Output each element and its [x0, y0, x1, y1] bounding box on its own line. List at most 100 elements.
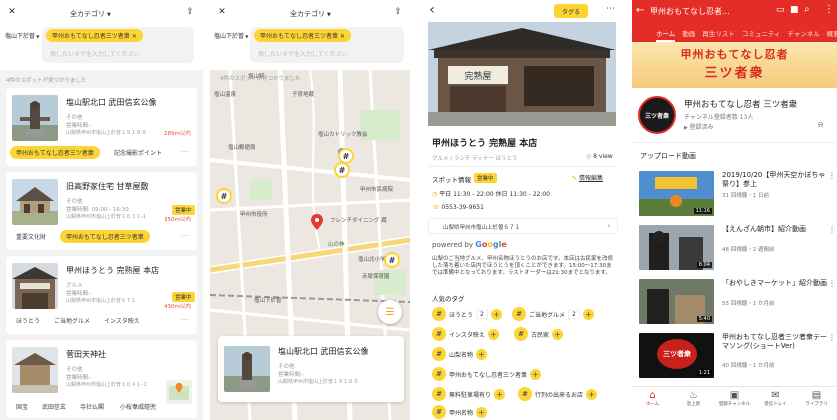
plus-icon[interactable]: +: [476, 348, 488, 360]
category-dropdown[interactable]: 全カテゴリ ▼: [290, 9, 331, 19]
spot-card[interactable]: 菅田天神社 その他 営業時間:- 山梨県甲州市塩山上於曽１０４１-２ 国宝 武田…: [6, 340, 197, 418]
tab-home[interactable]: ホーム: [656, 28, 676, 42]
spot-tag[interactable]: 甲州おもてなし忍者三ツ者衆: [10, 146, 100, 159]
map-marker-hash[interactable]: #: [216, 188, 232, 204]
more-icon[interactable]: ⋯: [181, 147, 189, 156]
address-row[interactable]: 山梨県甲州市塩山上於曽６７１ ›: [428, 218, 618, 234]
current-location-pin-icon[interactable]: [311, 214, 323, 232]
spot-tag[interactable]: インスタ映え: [98, 314, 146, 327]
back-arrow-icon[interactable]: ←: [636, 5, 644, 16]
close-icon[interactable]: ✕: [340, 33, 345, 40]
popular-tag[interactable]: # 甲州おもてなし忍者三ツ者衆 +: [432, 367, 542, 381]
map-marker-hash[interactable]: #: [384, 252, 400, 268]
popular-tag-label: ご当地グルメ: [529, 311, 566, 319]
nav-subscriptions[interactable]: ▣ 登録チャンネル: [714, 387, 755, 420]
video-item[interactable]: 三ツ者衆 1:21 甲州おもてなし忍者三ツ者衆テーマソング(ショートVer) 40…: [632, 333, 836, 383]
spot-card[interactable]: 塩山駅北口 武田信玄公像 その他 営業時間:- 山梨県甲州市塩山上於曽１９１８-…: [6, 88, 197, 166]
chevron-down-icon: ▼: [107, 12, 111, 18]
subscribed-label: 登録済み: [689, 124, 714, 131]
spot-tag[interactable]: 武田信玄: [36, 400, 72, 413]
spot-tag[interactable]: 甲州おもてなし忍者三ツ者衆: [60, 230, 150, 243]
popular-tag[interactable]: # 古民家 +: [514, 327, 564, 341]
share-icon[interactable]: ⇪: [392, 6, 404, 18]
popular-tag[interactable]: # 行列の出来るお店 +: [518, 387, 598, 401]
video-item[interactable]: 8:04 【えんざん朝市】紹介動画 48 回視聴・2 週間前 ⋮: [632, 225, 836, 275]
plus-icon[interactable]: +: [582, 308, 594, 320]
nav-label: ライブラリ: [805, 402, 828, 407]
phone-row[interactable]: ☏ 0553-39-9651: [432, 204, 484, 211]
spot-card[interactable]: 旧高野家住宅 甘草屋敷 その他 営業時間: 09:00 - 16:30 山梨県甲…: [6, 172, 197, 250]
share-icon[interactable]: ⇪: [184, 6, 196, 18]
nav-label: 急上昇: [686, 402, 701, 407]
map-view-icon[interactable]: [166, 380, 192, 404]
area-dropdown[interactable]: 塩山下於曽 ▼: [5, 31, 39, 40]
selected-spot-card[interactable]: 塩山駅北口 武田信玄公像 その他 営業時間:- 山梨県甲州市塩山上於曽１９１８-…: [218, 336, 404, 402]
bell-icon[interactable]: ⍾: [818, 120, 823, 130]
plus-icon[interactable]: +: [476, 406, 488, 418]
popular-tag[interactable]: # インスタ映え +: [432, 327, 499, 341]
tag-search-input[interactable]: 探したいタグを入力してください: [258, 49, 348, 58]
popular-tag[interactable]: # ご当地グルメ 2 +: [512, 307, 594, 321]
spot-tag[interactable]: 小桜韋威鎧兜: [114, 400, 162, 413]
tab-videos[interactable]: 動画: [682, 28, 695, 42]
search-icon[interactable]: ⌕: [804, 4, 810, 15]
map-label: 甲州市民病院: [360, 187, 394, 193]
map-label: 塩山下於曽: [254, 298, 282, 304]
spot-name: 甲州ほうとう 完熟屋 本店: [66, 266, 160, 275]
subscribed-status[interactable]: ▶ 登録済み: [684, 122, 713, 131]
more-icon[interactable]: ⋯: [606, 4, 615, 14]
spot-tag[interactable]: 記念撮影ポイント: [108, 146, 168, 159]
cast-icon[interactable]: ▭: [776, 5, 785, 15]
more-vert-icon[interactable]: ⋮: [828, 279, 836, 288]
tab-community[interactable]: コミュニティ: [742, 28, 781, 42]
spot-tag[interactable]: 寺社仏閣: [74, 400, 110, 413]
spot-card[interactable]: 甲州ほうとう 完熟屋 本店 グルメ 営業時間:- 山梨県甲州市塩山上於曽６７１ …: [6, 256, 197, 334]
more-vert-icon[interactable]: ⋮: [828, 171, 836, 180]
plus-icon[interactable]: +: [494, 388, 506, 400]
plus-icon[interactable]: +: [552, 328, 564, 340]
close-icon[interactable]: ✕: [216, 6, 228, 18]
tab-playlists[interactable]: 再生リスト: [702, 28, 735, 42]
spot-tag[interactable]: 国宝: [10, 400, 34, 413]
edit-info-link[interactable]: ✎ 情報編集: [572, 173, 603, 182]
popular-tag[interactable]: # ほうとう 2 +: [432, 307, 502, 321]
category-dropdown[interactable]: 全カテゴリ ▼: [70, 9, 111, 19]
spot-tag[interactable]: ご当地グルメ: [48, 314, 96, 327]
plus-icon[interactable]: +: [487, 328, 499, 340]
nav-library[interactable]: ▤ ライブラリ: [796, 387, 837, 420]
popular-tag[interactable]: # 甲州名物 +: [432, 405, 488, 419]
more-vert-icon[interactable]: ⋮: [828, 333, 836, 342]
close-icon[interactable]: ✕: [132, 33, 137, 40]
tab-about[interactable]: 概要: [827, 28, 837, 42]
video-title: 【えんざん朝市】紹介動画: [722, 225, 806, 233]
video-item[interactable]: 5:40 「おやしきマーケット」紹介動画 55 回視聴・1 か月前 ⋮: [632, 279, 836, 329]
list-toggle-icon[interactable]: ☰: [378, 300, 402, 324]
active-tag-chip[interactable]: 甲州おもてなし忍者三ツ者衆 ✕: [46, 29, 143, 42]
more-vert-icon[interactable]: ⋮: [824, 4, 834, 15]
nav-home[interactable]: ⌂ ホーム: [632, 387, 673, 420]
edit-icon: ✎: [572, 175, 579, 182]
video-item[interactable]: 11:16 2019/10/20【甲州天空かぼちゃ祭り】参上 31 回視聴・1 …: [632, 171, 836, 221]
more-icon[interactable]: ⋯: [181, 231, 189, 240]
plus-icon[interactable]: +: [530, 368, 542, 380]
map-marker-hash[interactable]: #: [334, 162, 350, 178]
popular-tag[interactable]: # 無料駐車場有り +: [432, 387, 506, 401]
tab-channels[interactable]: チャンネル: [787, 28, 819, 42]
subscriptions-icon: ▣: [729, 390, 740, 401]
nav-trending[interactable]: ♨ 急上昇: [673, 387, 714, 420]
close-icon[interactable]: ✕: [6, 6, 18, 18]
active-tag-chip[interactable]: 甲州おもてなし忍者三ツ者衆 ✕: [254, 29, 351, 42]
plus-icon[interactable]: +: [490, 308, 502, 320]
more-icon[interactable]: ⋯: [181, 315, 189, 324]
tag-button[interactable]: タグる: [554, 4, 588, 18]
back-icon[interactable]: ‹: [426, 2, 438, 18]
area-dropdown[interactable]: 塩山下於曽 ▼: [214, 31, 248, 40]
tag-search-input[interactable]: 探したいタグを入力してください: [50, 49, 140, 58]
more-vert-icon[interactable]: ⋮: [828, 225, 836, 234]
popular-tag[interactable]: # 山梨名物 +: [432, 347, 488, 361]
nav-inbox[interactable]: ✉ 受信トレイ: [755, 387, 796, 420]
camera-icon[interactable]: ■: [790, 5, 799, 15]
spot-tag[interactable]: ほうとう: [10, 314, 46, 327]
spot-tag[interactable]: 重要文化財: [10, 230, 52, 243]
plus-icon[interactable]: +: [586, 388, 598, 400]
